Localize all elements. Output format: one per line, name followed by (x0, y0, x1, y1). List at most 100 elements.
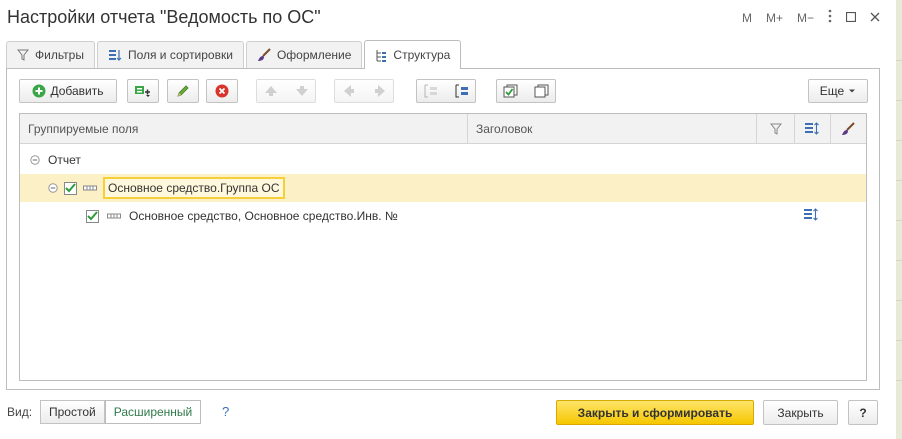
collapse-icon[interactable] (30, 155, 40, 165)
tab-label: Оформление (276, 48, 352, 62)
tab-structure[interactable]: Структура (364, 40, 462, 69)
edge-line (896, 100, 902, 101)
check-all-icon[interactable] (503, 84, 519, 98)
grouping-field-icon (107, 213, 121, 219)
check-uncheck-group (496, 79, 556, 103)
row-checkbox[interactable] (86, 209, 99, 223)
maximize-icon (845, 11, 857, 23)
column-separator (794, 114, 795, 143)
add-button[interactable]: Добавить (19, 79, 117, 103)
edit-button[interactable] (167, 79, 199, 103)
group-icon[interactable] (423, 84, 439, 98)
more-button-label: Еще (819, 84, 845, 98)
view-extended-button[interactable]: Расширенный (104, 400, 202, 424)
arrow-left-icon[interactable] (343, 84, 355, 98)
delete-button[interactable] (206, 79, 238, 103)
view-help-link[interactable]: ? (222, 404, 229, 419)
row-sort-indicator[interactable] (803, 208, 819, 225)
memory-m-plus-button[interactable]: M+ (766, 10, 783, 26)
structure-icon (376, 49, 387, 62)
column-appearance[interactable] (836, 114, 860, 143)
group-ungroup-group (416, 79, 476, 103)
checkmark-icon (87, 211, 98, 221)
tab-fields-sorting[interactable]: Поля и сортировки (96, 41, 244, 68)
edge-line (896, 260, 902, 261)
column-grouping-fields[interactable]: Группируемые поля (28, 114, 138, 143)
column-separator (756, 114, 757, 143)
column-filter[interactable] (764, 114, 788, 143)
collapse-icon[interactable] (48, 183, 58, 193)
arrow-right-icon[interactable] (374, 84, 386, 98)
tree-node-label: Основное средство, Основное средство.Инв… (129, 209, 398, 223)
close-window-button[interactable] (870, 10, 880, 26)
ungroup-icon[interactable] (454, 84, 470, 98)
add-group-button[interactable] (127, 79, 159, 103)
tree-row-asset-group[interactable]: Основное средство.Группа ОС (20, 174, 866, 202)
close-and-generate-button[interactable]: Закрыть и сформировать (556, 400, 754, 425)
tab-label: Структура (393, 48, 451, 62)
add-icon (32, 84, 46, 98)
tree-row-report[interactable]: Отчет (20, 146, 866, 174)
edge-line (896, 340, 902, 341)
brush-icon (842, 121, 855, 135)
edge-line (896, 140, 902, 141)
view-simple-button[interactable]: Простой (40, 400, 105, 424)
view-mode-label: Вид: (7, 405, 33, 419)
tree-row-asset-inventory[interactable]: Основное средство, Основное средство.Инв… (20, 202, 866, 230)
more-vertical-icon (828, 9, 832, 23)
close-icon (870, 12, 880, 22)
add-group-icon (135, 86, 150, 97)
view-mode-switch: Простой Расширенный (40, 400, 202, 424)
edge-line (896, 380, 902, 381)
uncheck-all-icon[interactable] (534, 84, 550, 98)
edge-line (896, 220, 902, 221)
edge-line (896, 60, 902, 61)
background-window-edge (896, 0, 902, 439)
more-button[interactable]: Еще (808, 79, 868, 103)
arrow-down-icon[interactable] (295, 85, 309, 97)
settings-tabs: Фильтры Поля и сортировки Оформление Стр… (6, 40, 463, 69)
window-title: Настройки отчета "Ведомость по ОС" (7, 7, 321, 27)
brush-icon (257, 48, 271, 61)
move-left-right-group (334, 79, 394, 103)
tree-node: Отчет (30, 150, 81, 170)
grid-header: Группируемые поля Заголовок (20, 114, 866, 144)
memory-m-button[interactable]: M (742, 10, 752, 26)
row-checkbox[interactable] (64, 181, 77, 195)
move-up-down-group (256, 79, 316, 103)
maximize-button[interactable] (845, 10, 857, 26)
add-button-label: Добавить (50, 84, 104, 98)
tree-node: Основное средство, Основное средство.Инв… (86, 206, 398, 226)
more-menu-button[interactable] (828, 9, 832, 27)
structure-panel: Добавить Еще Группируемые поля Заголовок… (6, 68, 880, 390)
tree-node-label[interactable]: Основное средство.Группа ОС (103, 177, 285, 199)
column-header[interactable]: Заголовок (476, 114, 532, 143)
arrow-up-icon[interactable] (264, 85, 278, 97)
report-settings-window: Настройки отчета "Ведомость по ОС" M M+ … (0, 0, 896, 439)
structure-grid: Группируемые поля Заголовок Отчет Основн… (19, 113, 867, 381)
tab-filters[interactable]: Фильтры (6, 41, 95, 68)
tab-label: Фильтры (35, 48, 84, 62)
fields-sort-icon (804, 208, 818, 221)
close-button[interactable]: Закрыть (763, 400, 838, 425)
filter-icon (770, 123, 782, 135)
tab-label: Поля и сортировки (127, 48, 233, 62)
help-button[interactable]: ? (848, 400, 878, 425)
edge-line (896, 180, 902, 181)
tree-node: Основное средство.Группа ОС (48, 177, 285, 199)
filter-icon (17, 49, 29, 61)
memory-m-minus-button[interactable]: M− (797, 10, 814, 26)
edge-line (896, 300, 902, 301)
delete-icon (215, 84, 229, 98)
column-separator (467, 114, 468, 143)
checkmark-icon (65, 183, 76, 193)
column-sort[interactable] (800, 114, 824, 143)
tree-node-label: Отчет (48, 153, 81, 167)
fields-sort-icon (108, 50, 122, 61)
chevron-down-icon (849, 89, 856, 93)
grouping-field-icon (83, 185, 97, 191)
column-separator (830, 114, 831, 143)
fields-sort-icon (805, 121, 819, 135)
window-controls: M M+ M− (728, 9, 880, 27)
tab-appearance[interactable]: Оформление (245, 41, 363, 68)
